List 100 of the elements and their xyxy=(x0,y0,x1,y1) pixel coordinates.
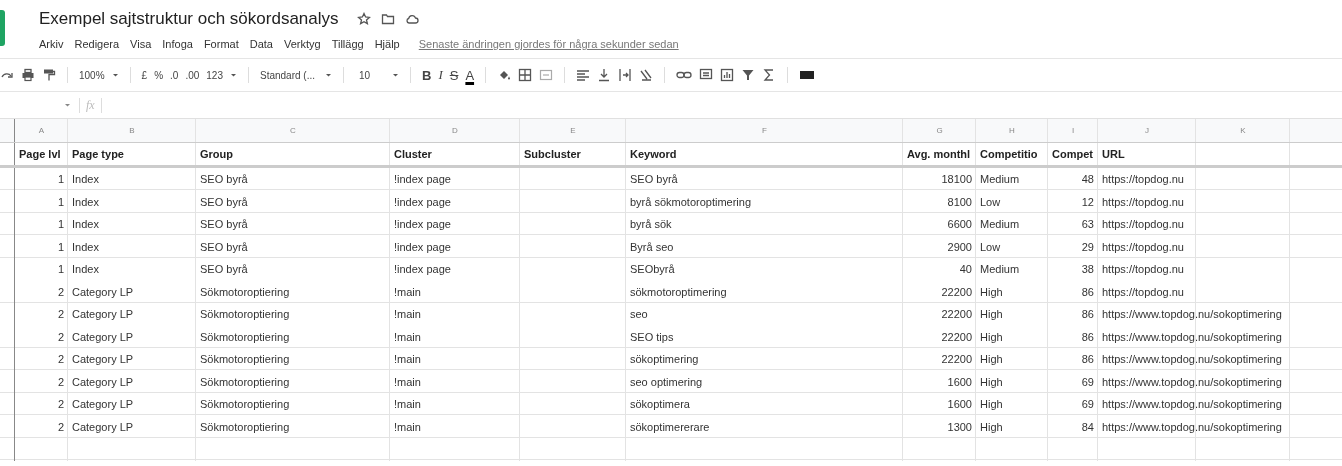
table-cell: Category LP xyxy=(72,285,134,298)
cloud-icon[interactable] xyxy=(404,12,419,26)
table-cell: High xyxy=(980,330,1003,343)
table-cell: !main xyxy=(394,420,421,433)
chart-icon[interactable] xyxy=(720,68,735,82)
column-letter[interactable]: H xyxy=(1009,125,1015,135)
document-title[interactable]: Exempel sajtstruktur och sökordsanalys xyxy=(39,9,339,29)
table-cell: 29 xyxy=(1081,240,1094,253)
star-icon[interactable] xyxy=(356,12,371,26)
last-edit-link[interactable]: Senaste ändringen gjordes för några sekunder sedan xyxy=(418,38,679,50)
table-cell: 86 xyxy=(1081,285,1094,298)
column-heading: Cluster xyxy=(394,147,432,160)
table-cell: Index xyxy=(72,263,99,276)
decrease-decimals-button[interactable]: .0 xyxy=(170,69,179,81)
table-cell: High xyxy=(980,285,1003,298)
column-letter[interactable]: G xyxy=(936,125,943,135)
table-cell: !index page xyxy=(394,173,451,186)
column-letter[interactable]: E xyxy=(570,125,576,135)
column-letter[interactable]: A xyxy=(38,125,45,135)
italic-button[interactable]: I xyxy=(438,67,443,83)
table-cell: !index page xyxy=(394,218,451,231)
table-cell: Index xyxy=(72,173,99,186)
table-cell: https://www.topdog.nu/sokoptimering xyxy=(1102,330,1282,343)
table-cell: Low xyxy=(980,240,1001,253)
table-cell: Low xyxy=(980,195,1001,208)
table-cell: !main xyxy=(394,375,421,388)
align-left-icon[interactable] xyxy=(576,68,591,82)
strikethrough-button[interactable]: S xyxy=(449,67,459,83)
table-cell: 2 xyxy=(57,353,64,366)
table-cell: https://topdog.nu xyxy=(1102,173,1184,186)
zoom-dropdown[interactable]: 100% xyxy=(79,69,105,81)
column-heading: Page lvl xyxy=(19,147,61,160)
table-cell: byrå sökmotoroptimering xyxy=(630,195,752,208)
table-cell: 1300 xyxy=(947,420,972,433)
menu-item[interactable]: Tillägg xyxy=(331,38,364,50)
column-letter[interactable]: D xyxy=(452,125,458,135)
table-cell: Category LP xyxy=(72,308,134,321)
menu-item[interactable]: Visa xyxy=(130,38,152,50)
borders-icon[interactable] xyxy=(518,68,533,82)
table-cell: Medium xyxy=(980,263,1020,276)
table-cell: Byrå seo xyxy=(630,240,674,253)
keyboard-icon[interactable] xyxy=(799,68,816,82)
table-cell: 2 xyxy=(57,308,64,321)
print-icon[interactable] xyxy=(21,68,35,82)
table-cell: 2900 xyxy=(947,240,972,253)
table-cell: https://www.topdog.nu/sokoptimering xyxy=(1102,398,1282,411)
table-cell: Category LP xyxy=(72,420,134,433)
table-cell: 1 xyxy=(57,263,64,276)
column-heading: Keyword xyxy=(630,147,677,160)
table-cell: sökoptimering xyxy=(630,353,699,366)
menu-item[interactable]: Arkiv xyxy=(39,38,64,50)
menu-item[interactable]: Format xyxy=(203,38,239,50)
increase-decimals-button[interactable]: .00 xyxy=(185,69,200,81)
text-rotation-icon[interactable] xyxy=(639,68,654,82)
menu-item[interactable]: Verktyg xyxy=(284,38,321,50)
text-wrap-icon[interactable] xyxy=(618,68,633,82)
currency-button[interactable]: £ xyxy=(141,69,148,81)
merge-cells-icon[interactable] xyxy=(539,68,554,82)
menu-item[interactable]: Data xyxy=(249,38,273,50)
font-size-dropdown[interactable]: 10 xyxy=(355,69,385,81)
table-cell: 22200 xyxy=(941,353,972,366)
table-cell: 12 xyxy=(1081,195,1094,208)
column-letter[interactable]: C xyxy=(290,125,296,135)
table-cell: 1600 xyxy=(947,375,972,388)
bold-button[interactable]: B xyxy=(422,67,432,83)
percent-button[interactable]: % xyxy=(154,69,164,81)
align-bottom-icon[interactable] xyxy=(597,68,612,82)
table-cell: SEO byrå xyxy=(200,240,248,253)
table-cell: 2 xyxy=(57,420,64,433)
column-letter[interactable]: K xyxy=(1240,125,1246,135)
table-cell: SEO byrå xyxy=(200,218,248,231)
table-cell: !main xyxy=(394,308,421,321)
column-letter[interactable]: I xyxy=(1071,125,1075,135)
folder-icon[interactable] xyxy=(380,12,395,26)
table-cell: Category LP xyxy=(72,353,134,366)
paint-format-icon[interactable] xyxy=(42,68,56,82)
table-cell: Sökmotoroptiering xyxy=(200,375,290,388)
comment-icon[interactable] xyxy=(699,68,714,82)
menu-item[interactable]: Hjälp xyxy=(374,38,400,50)
table-cell: 48 xyxy=(1081,173,1094,186)
table-cell: 2 xyxy=(57,285,64,298)
table-cell: 63 xyxy=(1081,218,1094,231)
font-dropdown[interactable]: Standard (... xyxy=(260,69,318,81)
menu-item[interactable]: Redigera xyxy=(74,38,120,50)
menu-item[interactable]: Infoga xyxy=(162,38,193,50)
table-cell: !index page xyxy=(394,263,451,276)
table-cell: 38 xyxy=(1081,263,1094,276)
text-color-button[interactable]: A xyxy=(465,67,475,83)
number-format-dropdown[interactable]: 123 xyxy=(206,69,223,81)
filter-icon[interactable] xyxy=(741,68,756,82)
table-cell: 18100 xyxy=(941,173,972,186)
table-cell: https://www.topdog.nu/sokoptimering xyxy=(1102,353,1282,366)
column-letter[interactable]: F xyxy=(762,125,767,135)
column-letter[interactable]: B xyxy=(129,125,135,135)
table-cell: seo xyxy=(630,308,648,321)
column-letter[interactable]: J xyxy=(1145,125,1149,135)
column-heading: Avg. monthl xyxy=(907,147,971,160)
table-cell: 40 xyxy=(959,263,972,276)
table-cell: byrå sök xyxy=(630,218,672,231)
table-cell: sökmotoroptimering xyxy=(630,285,727,298)
